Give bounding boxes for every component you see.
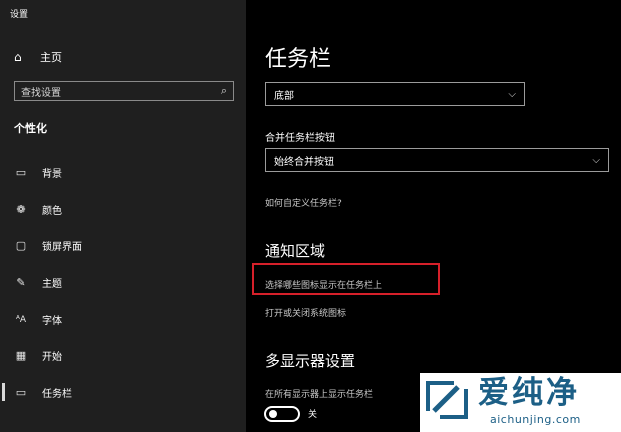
taskbar-icon: ▭ [15, 386, 27, 399]
select-icons-link[interactable]: 选择哪些图标显示在任务栏上 [265, 278, 382, 291]
sidebar-item-lock-screen[interactable]: ▢ 锁屏界面 [14, 238, 82, 253]
customize-taskbar-link[interactable]: 如何自定义任务栏? [265, 196, 342, 209]
combine-buttons-label: 合并任务栏按钮 [265, 133, 335, 144]
sidebar-item-home[interactable]: ⌂ 主页 [14, 49, 62, 65]
sidebar-item-label: 任务栏 [42, 389, 72, 400]
sidebar-item-start[interactable]: ▦ 开始 [14, 348, 62, 363]
watermark: 爱纯净 aichunjing.com [420, 373, 621, 432]
show-all-displays-toggle[interactable] [264, 406, 300, 422]
window-title: 设置 [10, 10, 29, 20]
combine-buttons-dropdown[interactable]: 始终合并按钮 ⌵ [265, 148, 609, 172]
sidebar-item-colors[interactable]: ❁ 颜色 [14, 202, 62, 217]
brush-icon: ✎ [16, 276, 26, 289]
search-input[interactable]: 查找设置 ⌕ [14, 81, 234, 101]
home-label: 主页 [40, 51, 62, 64]
sidebar-item-label: 字体 [42, 316, 62, 327]
search-icon: ⌕ [220, 84, 227, 97]
picture-icon: ▭ [15, 166, 27, 179]
sidebar-item-label: 主题 [42, 279, 62, 290]
section-title: 个性化 [14, 122, 47, 135]
toggle-state-label: 关 [308, 410, 318, 420]
home-icon: ⌂ [14, 50, 22, 64]
watermark-title: 爱纯净 [478, 375, 580, 411]
palette-icon: ❁ [16, 203, 26, 216]
watermark-logo [426, 381, 468, 419]
main-content: 任务栏 底部 ⌵ 合并任务栏按钮 始终合并按钮 ⌵ 如何自定义任务栏? 通知区域… [246, 0, 621, 432]
chevron-down-icon: ⌵ [592, 154, 600, 166]
dropdown-value: 底部 [274, 90, 294, 102]
sidebar-item-fonts[interactable]: ᴬA 字体 [14, 312, 62, 328]
page-title: 任务栏 [265, 47, 332, 72]
sidebar-item-label: 背景 [42, 169, 62, 180]
active-indicator [2, 383, 5, 401]
sidebar: 设置 ⌂ 主页 查找设置 ⌕ 个性化 ▭ 背景 ❁ 颜色 ▢ 锁屏界面 ✎ 主题… [0, 0, 246, 432]
taskbar-position-dropdown[interactable]: 底部 ⌵ [265, 82, 525, 106]
sidebar-item-themes[interactable]: ✎ 主题 [14, 275, 62, 290]
sidebar-item-label: 开始 [42, 352, 62, 363]
sidebar-item-taskbar[interactable]: ▭ 任务栏 [14, 385, 72, 400]
chevron-down-icon: ⌵ [508, 88, 516, 100]
sidebar-item-label: 锁屏界面 [42, 242, 82, 253]
show-all-displays-label: 在所有显示器上显示任务栏 [265, 390, 374, 400]
toggle-knob [269, 410, 277, 418]
lock-screen-icon: ▢ [15, 239, 27, 252]
sidebar-item-label: 颜色 [42, 206, 62, 217]
notification-area-heading: 通知区域 [265, 242, 326, 260]
dropdown-value: 始终合并按钮 [274, 156, 334, 168]
system-icons-link[interactable]: 打开或关闭系统图标 [265, 306, 346, 319]
start-icon: ▦ [15, 349, 27, 362]
sidebar-item-background[interactable]: ▭ 背景 [14, 165, 62, 180]
search-placeholder: 查找设置 [21, 87, 61, 99]
multiple-displays-heading: 多显示器设置 [265, 352, 356, 370]
font-icon: ᴬA [15, 314, 27, 325]
watermark-url: aichunjing.com [490, 413, 581, 426]
